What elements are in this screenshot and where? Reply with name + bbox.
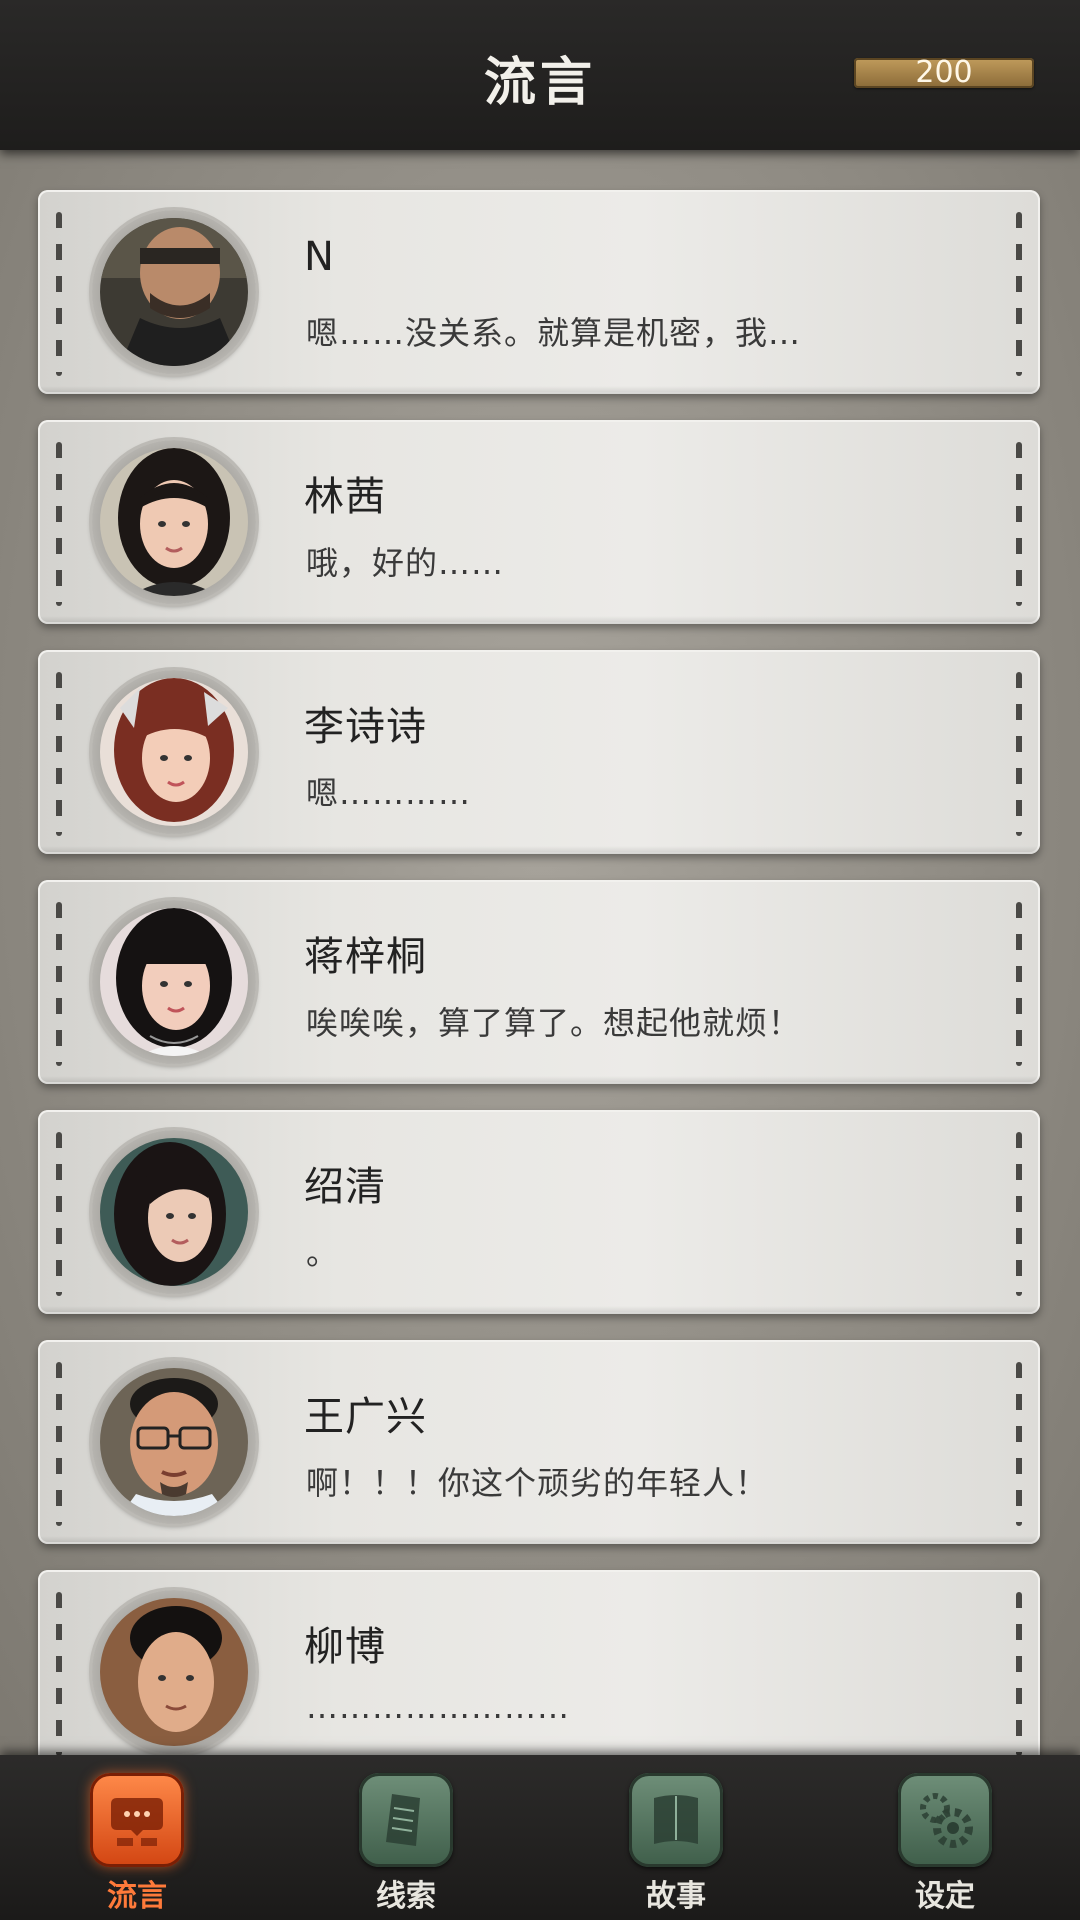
- avatar-frame: [92, 1590, 256, 1754]
- avatar-man-glasses: [100, 1368, 248, 1516]
- perforation-right: [1016, 442, 1022, 606]
- avatar-man-short-hair: [100, 1598, 248, 1746]
- message-preview: 嗯…………: [306, 774, 472, 812]
- gear-icon: [898, 1773, 992, 1867]
- document-icon: [359, 1773, 453, 1867]
- avatar-frame: [92, 1360, 256, 1524]
- contact-name: 王广兴: [304, 1394, 427, 1440]
- coin-value: 200: [915, 55, 973, 90]
- rumor-list[interactable]: N 嗯……没关系。就算是机密，我… 林茜 哦，好的…… 李诗诗 嗯………… 蒋梓…: [0, 150, 1080, 1755]
- perforation-right: [1016, 672, 1022, 836]
- contact-name: 林茜: [304, 474, 386, 520]
- rumor-card-jiangzitong[interactable]: 蒋梓桐 唉唉唉，算了算了。想起他就烦！: [38, 880, 1040, 1084]
- perforation-right: [1016, 1362, 1022, 1526]
- nav-label: 线索: [376, 1879, 436, 1914]
- message-preview: 。: [306, 1234, 340, 1272]
- avatar-woman-bangs: [100, 908, 248, 1056]
- perforation-left: [56, 442, 62, 606]
- contact-name: 绍清: [304, 1164, 386, 1210]
- rumor-card-shaoqing[interactable]: 绍清 。: [38, 1110, 1040, 1314]
- contact-name: 柳博: [304, 1624, 386, 1670]
- perforation-right: [1016, 902, 1022, 1066]
- message-preview: 唉唉唉，算了算了。想起他就烦！: [306, 1004, 802, 1042]
- perforation-left: [56, 1132, 62, 1296]
- perforation-left: [56, 672, 62, 836]
- book-icon: [629, 1773, 723, 1867]
- nav-label: 流言: [107, 1879, 167, 1914]
- avatar-frame: [92, 670, 256, 834]
- contact-name: 蒋梓桐: [304, 934, 427, 980]
- avatar-man-glasses-dark: [100, 218, 248, 366]
- avatar-frame: [92, 900, 256, 1064]
- avatar-frame: [92, 210, 256, 374]
- nav-story[interactable]: 故事: [621, 1773, 731, 1914]
- chat-bubble-icon: [90, 1773, 184, 1867]
- rumor-card-linxi[interactable]: 林茜 哦，好的……: [38, 420, 1040, 624]
- top-bar: 流言 200: [0, 0, 1080, 150]
- avatar-woman-black-hair: [100, 448, 248, 596]
- nav-label: 故事: [646, 1879, 706, 1914]
- perforation-left: [56, 212, 62, 376]
- perforation-right: [1016, 1132, 1022, 1296]
- bottom-nav: 流言 线索 故事 设定: [0, 1755, 1080, 1920]
- message-preview: ……………………: [306, 1688, 570, 1726]
- avatar-frame: [92, 1130, 256, 1294]
- perforation-right: [1016, 212, 1022, 376]
- perforation-right: [1016, 1592, 1022, 1755]
- rumor-card-liubo[interactable]: 柳博 ……………………: [38, 1570, 1040, 1755]
- message-preview: 哦，好的……: [306, 544, 505, 582]
- rumor-card-wangguangxing[interactable]: 王广兴 啊！！！你这个顽劣的年轻人！: [38, 1340, 1040, 1544]
- rumor-card-n[interactable]: N 嗯……没关系。就算是机密，我…: [38, 190, 1040, 394]
- contact-name: N: [304, 234, 335, 280]
- perforation-left: [56, 1592, 62, 1755]
- avatar-frame: [92, 440, 256, 604]
- avatar-woman-long-hair: [100, 1138, 248, 1286]
- coin-counter: 200: [854, 58, 1034, 88]
- message-preview: 嗯……没关系。就算是机密，我…: [306, 314, 802, 352]
- message-preview: 啊！！！你这个顽劣的年轻人！: [306, 1464, 769, 1502]
- nav-label: 设定: [915, 1879, 975, 1914]
- avatar-woman-red-hair: [100, 678, 248, 826]
- nav-clues[interactable]: 线索: [351, 1773, 461, 1914]
- perforation-left: [56, 1362, 62, 1526]
- rumor-card-lishishi[interactable]: 李诗诗 嗯…………: [38, 650, 1040, 854]
- nav-settings[interactable]: 设定: [890, 1773, 1000, 1914]
- perforation-left: [56, 902, 62, 1066]
- contact-name: 李诗诗: [304, 704, 427, 750]
- nav-rumors[interactable]: 流言: [82, 1773, 192, 1914]
